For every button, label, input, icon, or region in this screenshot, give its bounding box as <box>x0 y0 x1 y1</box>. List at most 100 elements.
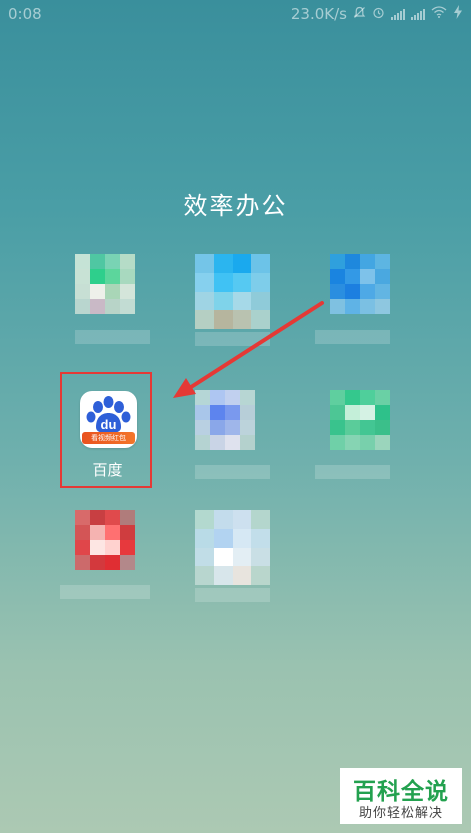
pixel-cell <box>330 405 345 420</box>
pixel-cell <box>120 299 135 314</box>
pixel-cell <box>232 272 252 292</box>
pixel-cell <box>345 254 360 269</box>
pixel-cell <box>90 555 105 570</box>
pixel-cell <box>240 435 255 450</box>
pixel-cell <box>120 284 135 299</box>
blurred-app-icon[interactable] <box>75 510 135 570</box>
mute-icon <box>353 6 366 23</box>
pixel-cell <box>330 254 345 269</box>
pixel-cell <box>213 254 233 273</box>
watermark-logo: 百科全说 助你轻松解决 <box>340 768 462 824</box>
pixel-cell <box>210 405 225 420</box>
pixel-cell <box>345 435 360 450</box>
pixel-cell <box>251 547 270 567</box>
pixel-cell <box>375 254 390 269</box>
pixel-cell <box>251 310 270 329</box>
pixel-cell <box>195 254 214 273</box>
pixel-cell <box>345 284 360 299</box>
pixel-cell <box>225 420 240 435</box>
pixel-cell <box>195 566 214 585</box>
pixel-cell <box>251 510 270 529</box>
wifi-icon <box>431 6 447 22</box>
pixel-cell <box>251 272 270 292</box>
watermark-subtitle: 助你轻松解决 <box>358 806 443 821</box>
blurred-app-label <box>60 585 150 599</box>
pixel-cell <box>105 284 120 299</box>
pixel-cell <box>120 510 135 525</box>
pixel-cell <box>75 510 90 525</box>
pixel-cell <box>90 525 105 540</box>
blurred-app-icon[interactable] <box>195 510 270 585</box>
pixel-cell <box>345 390 360 405</box>
pixel-cell <box>375 435 390 450</box>
signal-icon <box>391 8 405 20</box>
pixel-cell <box>90 540 105 555</box>
pixel-cell <box>251 528 270 548</box>
blurred-app-icon[interactable] <box>330 390 390 450</box>
pixel-cell <box>195 390 210 405</box>
pixel-cell <box>232 547 252 567</box>
pixel-cell <box>195 528 214 548</box>
pixel-cell <box>225 405 240 420</box>
pixel-cell <box>195 272 214 292</box>
watermark-title: 百科全说 <box>353 779 449 805</box>
pixel-cell <box>240 405 255 420</box>
pixel-cell <box>90 299 105 314</box>
pixel-cell <box>195 405 210 420</box>
pixel-cell <box>120 540 135 555</box>
pixel-cell <box>75 254 90 269</box>
pixel-cell <box>345 420 360 435</box>
pixel-cell <box>360 269 375 284</box>
pixel-cell <box>105 269 120 284</box>
pixel-cell <box>251 254 270 273</box>
pixel-cell <box>120 525 135 540</box>
pixel-cell <box>105 254 120 269</box>
blurred-app-label <box>195 332 270 346</box>
pixel-cell <box>330 299 345 314</box>
pixel-cell <box>375 299 390 314</box>
pixel-cell <box>120 254 135 269</box>
blurred-app-label <box>315 465 390 479</box>
pixel-cell <box>213 510 233 529</box>
pixel-cell <box>213 547 233 567</box>
pixel-cell <box>225 435 240 450</box>
pixel-cell <box>360 390 375 405</box>
pixel-cell <box>375 420 390 435</box>
pixel-cell <box>105 540 120 555</box>
blurred-app-icon[interactable] <box>75 254 135 314</box>
network-speed: 23.0K/s <box>290 5 347 23</box>
pixel-cell <box>345 405 360 420</box>
pixel-cell <box>120 555 135 570</box>
signal-icon <box>411 8 425 20</box>
blurred-app-icon[interactable] <box>195 254 270 329</box>
pixel-cell <box>105 525 120 540</box>
pixel-cell <box>210 420 225 435</box>
pixel-cell <box>232 310 252 329</box>
status-bar: 0:08 23.0K/s <box>0 0 471 28</box>
pixel-cell <box>375 390 390 405</box>
pixel-cell <box>360 405 375 420</box>
pixel-cell <box>75 269 90 284</box>
pixel-cell <box>213 566 233 585</box>
blurred-app-icon[interactable] <box>330 254 390 314</box>
pixel-cell <box>251 291 270 311</box>
pixel-cell <box>330 284 345 299</box>
pixel-cell <box>90 510 105 525</box>
pixel-cell <box>105 555 120 570</box>
pixel-cell <box>195 420 210 435</box>
pixel-cell <box>232 528 252 548</box>
pixel-cell <box>105 299 120 314</box>
pixel-cell <box>210 435 225 450</box>
pixel-cell <box>240 390 255 405</box>
pixel-cell <box>375 269 390 284</box>
alarm-icon <box>372 6 385 23</box>
blurred-app-label <box>195 465 270 479</box>
pixel-cell <box>75 284 90 299</box>
blurred-app-label <box>75 330 150 344</box>
pixel-cell <box>360 420 375 435</box>
pixel-cell <box>213 272 233 292</box>
folder-title[interactable]: 效率办公 <box>0 186 471 221</box>
pixel-cell <box>232 291 252 311</box>
charging-icon <box>453 5 463 23</box>
blurred-app-icon[interactable] <box>195 390 255 450</box>
